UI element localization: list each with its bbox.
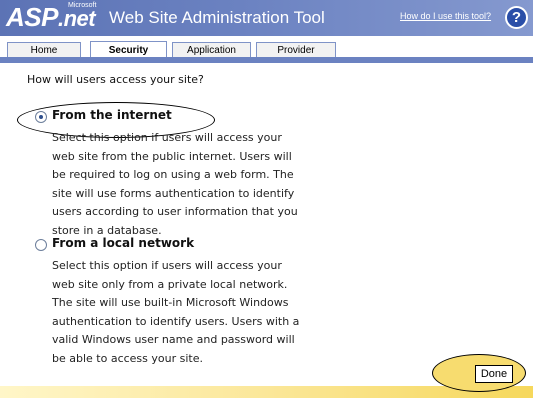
local-network-option-description: Select this option if users will access … xyxy=(52,259,300,365)
done-button[interactable]: Done xyxy=(475,365,513,383)
local-network-option-label[interactable]: From a local network xyxy=(52,236,194,250)
access-question: How will users access your site? xyxy=(27,73,204,86)
header-bar: ASP.net Microsoft Web Site Administratio… xyxy=(0,0,533,36)
tab-provider[interactable]: Provider xyxy=(256,42,336,58)
local-network-radio[interactable] xyxy=(35,239,47,251)
asp-net-logo: ASP.net Microsoft xyxy=(6,2,97,32)
tab-underline xyxy=(0,57,533,63)
question-icon[interactable]: ? xyxy=(505,6,528,29)
tab-application[interactable]: Application xyxy=(172,42,251,58)
help-link[interactable]: How do I use this tool? xyxy=(400,11,491,21)
internet-option-label[interactable]: From the internet xyxy=(52,108,172,122)
internet-option-description: Select this option if users will access … xyxy=(52,131,298,237)
app-title: Web Site Administration Tool xyxy=(109,8,325,27)
tab-home[interactable]: Home xyxy=(7,42,81,58)
internet-radio[interactable] xyxy=(35,111,47,123)
